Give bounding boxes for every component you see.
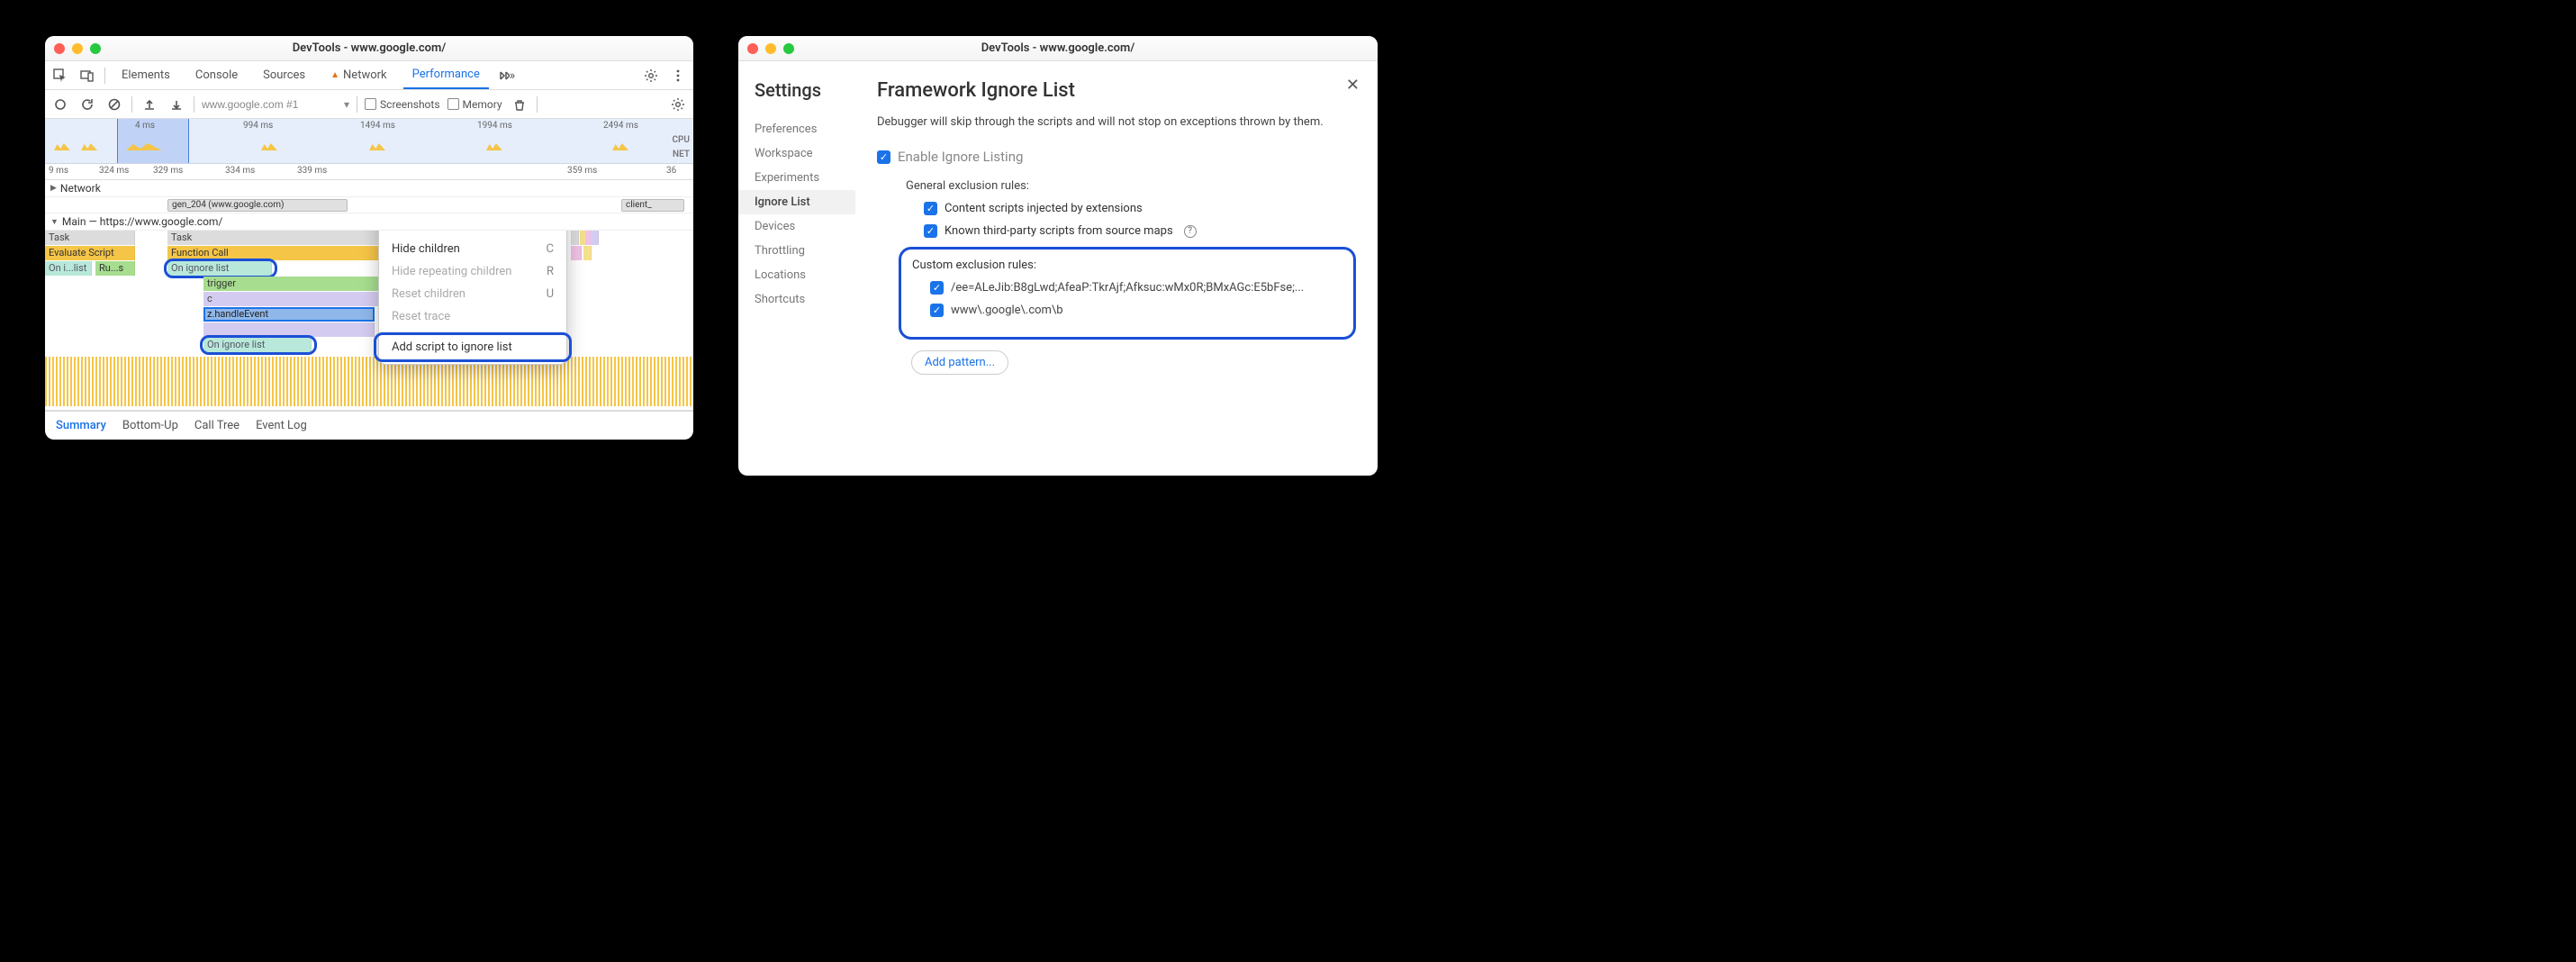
download-icon[interactable] xyxy=(167,95,186,114)
overview-tick: 994 ms xyxy=(243,121,273,131)
flame-ignore-list[interactable]: On ignore list xyxy=(203,338,312,352)
close-icon[interactable]: ✕ xyxy=(1346,76,1360,95)
btab-eventlog[interactable]: Event Log xyxy=(256,419,307,432)
close-window-icon[interactable] xyxy=(747,43,758,54)
maximize-window-icon[interactable] xyxy=(90,43,101,54)
content-subtext: Debugger will skip through the scripts a… xyxy=(877,114,1356,131)
close-window-icon[interactable] xyxy=(54,43,65,54)
content-heading: Framework Ignore List xyxy=(877,79,1356,102)
upload-icon[interactable] xyxy=(140,95,159,114)
network-row: gen_204 (www.google.com) client_ xyxy=(45,197,693,213)
timeline-overview[interactable]: 4 ms 994 ms 1494 ms 1994 ms 2494 ms CPU … xyxy=(45,119,693,164)
enable-ignore-listing-checkbox[interactable]: ✓ Enable Ignore Listing xyxy=(877,149,1356,165)
devtools-settings-window: DevTools - www.google.com/ Settings Pref… xyxy=(738,36,1378,476)
more-tabs-icon[interactable]: » xyxy=(496,66,516,86)
custom-rules-highlight: Custom exclusion rules: ✓/ee=ALeJib:B8gL… xyxy=(899,247,1356,340)
kebab-menu-icon[interactable] xyxy=(668,66,688,86)
overview-tick: 1994 ms xyxy=(477,121,512,131)
memory-label: Memory xyxy=(463,98,502,111)
tab-sources[interactable]: Sources xyxy=(254,61,314,89)
device-toggle-icon[interactable] xyxy=(77,66,97,86)
nav-ignore-list[interactable]: Ignore List xyxy=(738,190,855,214)
custom-rules-header: Custom exclusion rules: xyxy=(912,259,1342,272)
overview-tick: 4 ms xyxy=(135,121,155,131)
inspect-icon[interactable] xyxy=(50,66,70,86)
network-item[interactable]: gen_204 (www.google.com) xyxy=(167,199,348,212)
custom-rule-1[interactable]: ✓/ee=ALeJib:B8gLwd;AfeaP:TkrAjf;Afksuc:w… xyxy=(930,281,1342,295)
performance-toolbar: ▾ Screenshots Memory xyxy=(45,90,693,119)
tab-performance[interactable]: Performance xyxy=(403,61,489,89)
third-party-checkbox[interactable]: ✓Known third-party scripts from source m… xyxy=(924,224,1356,238)
help-icon[interactable]: ? xyxy=(1184,225,1197,238)
settings-nav: Settings Preferences Workspace Experimen… xyxy=(738,61,855,476)
minimize-window-icon[interactable] xyxy=(72,43,83,54)
context-menu: Hide functionH Hide childrenC Hide repea… xyxy=(378,231,567,365)
nav-devices[interactable]: Devices xyxy=(755,214,855,239)
record-icon[interactable] xyxy=(50,95,70,114)
overview-tick: 2494 ms xyxy=(603,121,638,131)
main-track-header[interactable]: ▼Main — https://www.google.com/ xyxy=(45,213,693,231)
gc-icon[interactable] xyxy=(510,95,529,114)
tab-console[interactable]: Console xyxy=(186,61,247,89)
network-item[interactable]: client_ xyxy=(621,199,684,212)
flame-task[interactable]: Task xyxy=(45,231,135,245)
capture-settings-gear-icon[interactable] xyxy=(668,95,688,114)
flame-bar[interactable]: Ru...s xyxy=(95,261,135,276)
nav-throttling[interactable]: Throttling xyxy=(755,239,855,263)
titlebar: DevTools - www.google.com/ xyxy=(45,36,693,61)
settings-gear-icon[interactable] xyxy=(641,66,661,86)
settings-title: Settings xyxy=(755,79,855,101)
maximize-window-icon[interactable] xyxy=(783,43,794,54)
screenshots-checkbox[interactable]: Screenshots xyxy=(365,98,439,111)
window-title: DevTools - www.google.com/ xyxy=(738,41,1378,55)
menu-add-to-ignore-list[interactable]: Add script to ignore list xyxy=(379,336,566,358)
devtools-performance-window: DevTools - www.google.com/ Elements Cons… xyxy=(45,36,693,440)
settings-content: ✕ Framework Ignore List Debugger will sk… xyxy=(855,61,1378,476)
content-scripts-checkbox[interactable]: ✓Content scripts injected by extensions xyxy=(924,202,1356,215)
tab-elements[interactable]: Elements xyxy=(113,61,179,89)
menu-hide-children[interactable]: Hide childrenC xyxy=(379,238,566,260)
reload-record-icon[interactable] xyxy=(77,95,97,114)
add-pattern-button[interactable]: Add pattern... xyxy=(911,350,1008,375)
flame-ignore-list[interactable]: On ignore list xyxy=(167,261,272,276)
minimize-window-icon[interactable] xyxy=(765,43,776,54)
detail-ruler[interactable]: 9 ms 324 ms 329 ms 334 ms 339 ms 359 ms … xyxy=(45,164,693,180)
network-track-header[interactable]: ▶Network xyxy=(45,180,693,197)
flame-evaluate-script[interactable]: Evaluate Script xyxy=(45,246,135,260)
trace-selector[interactable] xyxy=(202,98,337,111)
btab-calltree[interactable]: Call Tree xyxy=(194,419,240,432)
tab-network[interactable]: Network xyxy=(321,61,396,89)
flame-ignore-list[interactable]: On i...list xyxy=(45,261,92,276)
nav-locations[interactable]: Locations xyxy=(755,263,855,287)
flame-chart[interactable]: Task Task Evaluate Script Function Call … xyxy=(45,231,693,411)
menu-reset-children: Reset childrenU xyxy=(379,283,566,305)
general-rules-header: General exclusion rules: xyxy=(906,179,1356,193)
enable-label: Enable Ignore Listing xyxy=(898,149,1023,165)
memory-checkbox[interactable]: Memory xyxy=(447,98,502,111)
menu-hide-repeating: Hide repeating childrenR xyxy=(379,260,566,283)
nav-shortcuts[interactable]: Shortcuts xyxy=(755,287,855,312)
btab-summary[interactable]: Summary xyxy=(56,419,106,432)
cpu-label: CPU xyxy=(672,135,690,145)
nav-workspace[interactable]: Workspace xyxy=(755,141,855,166)
overview-tick: 1494 ms xyxy=(360,121,395,131)
detail-tabs: Summary Bottom-Up Call Tree Event Log xyxy=(45,411,693,440)
custom-rule-2[interactable]: ✓www\.google\.com\b xyxy=(930,304,1342,317)
flame-handle-event[interactable]: z.handleEvent xyxy=(203,307,375,322)
screenshots-label: Screenshots xyxy=(380,98,439,111)
net-label: NET xyxy=(673,150,690,159)
titlebar: DevTools - www.google.com/ xyxy=(738,36,1378,61)
nav-preferences[interactable]: Preferences xyxy=(755,117,855,141)
window-title: DevTools - www.google.com/ xyxy=(45,41,693,55)
nav-experiments[interactable]: Experiments xyxy=(755,166,855,190)
menu-hide-function[interactable]: Hide functionH xyxy=(379,231,566,238)
menu-reset-trace: Reset trace xyxy=(379,305,566,328)
panel-tabs: Elements Console Sources Network Perform… xyxy=(45,61,693,90)
btab-bottomup[interactable]: Bottom-Up xyxy=(122,419,178,432)
clear-icon[interactable] xyxy=(104,95,124,114)
